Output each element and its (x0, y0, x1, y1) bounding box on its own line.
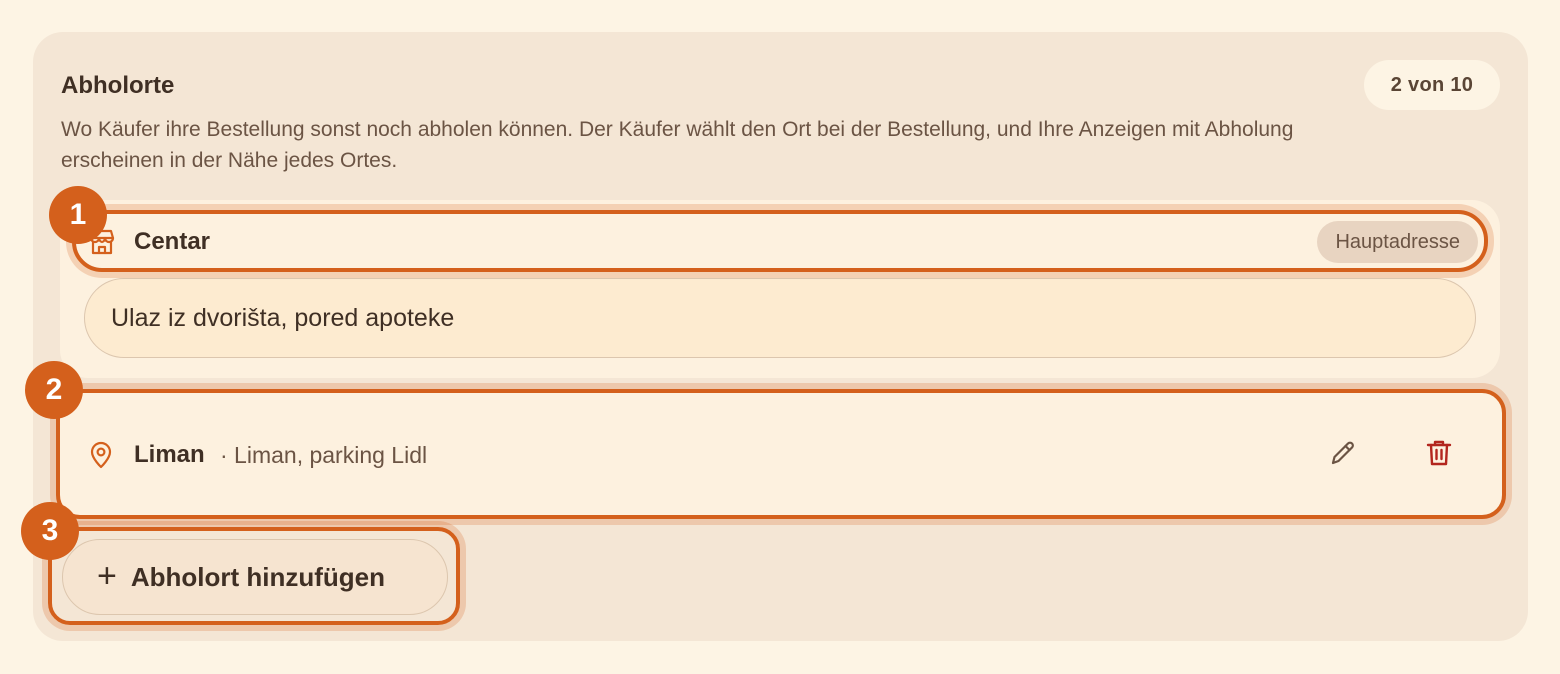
section-description: Wo Käufer ihre Bestellung sonst noch abh… (61, 118, 1294, 172)
map-pin-icon (86, 440, 116, 470)
step-marker-1: 1 (49, 186, 107, 244)
plus-icon: + (97, 556, 117, 595)
main-location-name: Centar (134, 228, 211, 255)
section-title: Abholorte (61, 72, 175, 99)
step-marker-3: 3 (21, 502, 79, 560)
extra-location-detail: · Liman, parking Lidl (220, 442, 428, 468)
pickup-note-input[interactable] (84, 278, 1476, 358)
step-marker-2: 2 (25, 361, 83, 419)
primary-address-badge: Hauptadresse (1317, 221, 1478, 263)
delete-location-button[interactable] (1416, 432, 1462, 478)
pencil-icon (1327, 437, 1359, 474)
add-pickup-location-button[interactable]: + Abholort hinzufügen (62, 539, 448, 615)
edit-location-button[interactable] (1320, 432, 1366, 478)
main-location-header[interactable]: Centar Hauptadresse (72, 210, 1488, 272)
trash-icon (1424, 437, 1454, 474)
extra-location-name: Liman (134, 441, 205, 468)
add-button-label: Abholort hinzufügen (130, 561, 386, 592)
count-badge: 2 von 10 (1364, 60, 1500, 110)
extra-location-card[interactable]: Liman · Liman, parking Lidl (56, 389, 1506, 519)
